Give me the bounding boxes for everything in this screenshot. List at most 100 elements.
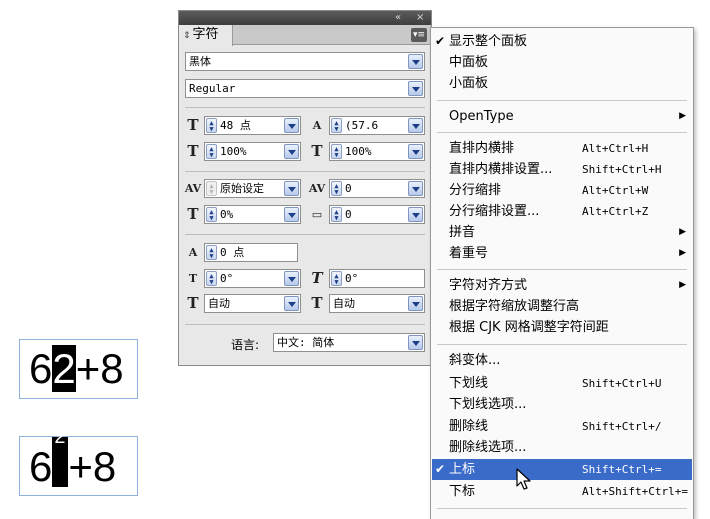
- menu-item-shatai[interactable]: 斜变体...: [432, 350, 692, 371]
- menu-item-label: 中面板: [449, 55, 489, 70]
- tsume-field[interactable]: ▲ ▼ 0%: [204, 205, 301, 224]
- stepper-icon[interactable]: ▲ ▼: [331, 271, 342, 286]
- aki-before-icon: T: [187, 294, 199, 312]
- menu-item-show-full-panel[interactable]: ✔ 显示整个面板: [432, 31, 692, 52]
- menu-item-label: OpenType: [449, 109, 514, 124]
- chevron-down-icon[interactable]: [408, 181, 423, 196]
- baseline-shift-icon: A: [188, 246, 198, 259]
- menu-item-character-alignment[interactable]: 字符对齐方式 ▶: [432, 275, 692, 296]
- font-size-field[interactable]: ▲ ▼ 48 点: [204, 116, 301, 135]
- aki-field[interactable]: ▲ ▼ 0: [329, 205, 425, 224]
- kerning-value: 原始设定: [220, 182, 264, 195]
- stepper-icon[interactable]: ▲ ▼: [331, 144, 342, 159]
- horizontal-scale-field[interactable]: ▲ ▼ 100%: [329, 142, 425, 161]
- panel-menu-icon[interactable]: ▾≡: [411, 28, 427, 42]
- stepper-icon[interactable]: ▲ ▼: [331, 207, 342, 222]
- font-style-select[interactable]: Regular: [185, 79, 425, 98]
- menu-shortcut: Shift+Ctrl+=: [582, 463, 662, 476]
- menu-item-tate-chu-yoko[interactable]: 直排内横排 Alt+Ctrl+H: [432, 138, 692, 159]
- stepper-icon[interactable]: ▲ ▼: [206, 144, 217, 159]
- stepper-icon[interactable]: ▲ ▼: [206, 245, 217, 260]
- menu-divider: [437, 508, 687, 509]
- menu-item-underline-options[interactable]: 下划线选项...: [432, 394, 692, 415]
- menu-item-adjust-leading-by-scale[interactable]: 根据字符缩放调整行高: [432, 296, 692, 317]
- stepper-icon[interactable]: ▲ ▼: [206, 271, 217, 286]
- chevron-down-icon[interactable]: [284, 181, 299, 196]
- menu-item-label: 根据字符缩放调整行高: [449, 299, 580, 314]
- menu-item-subscript[interactable]: 下标 Alt+Shift+Ctrl+=: [432, 481, 692, 502]
- chevron-down-icon[interactable]: [284, 207, 299, 222]
- menu-item-label: 着重号: [449, 246, 489, 261]
- menu-item-medium-panel[interactable]: 中面板: [432, 52, 692, 73]
- menu-item-warichu[interactable]: 分行缩排 Alt+Ctrl+W: [432, 180, 692, 201]
- vertical-scale-icon: T: [187, 142, 199, 160]
- divider: [185, 234, 425, 235]
- menu-item-strikethrough-options[interactable]: 删除线选项...: [432, 437, 692, 458]
- aki-after-select[interactable]: 自动: [329, 294, 425, 313]
- aki-icon: ▭: [311, 208, 323, 221]
- rotation-field[interactable]: ▲ ▼ 0°: [204, 269, 301, 288]
- menu-item-underline[interactable]: 下划线 Shift+Ctrl+U: [432, 373, 692, 394]
- chevron-down-icon[interactable]: [408, 144, 423, 159]
- collapse-icon[interactable]: «: [395, 11, 401, 25]
- leading-value: (57.6: [345, 119, 379, 132]
- chevron-down-icon[interactable]: [284, 118, 299, 133]
- menu-item-strikethrough[interactable]: 删除线 Shift+Ctrl+/: [432, 416, 692, 437]
- stepper-icon[interactable]: ▲ ▼: [331, 181, 342, 196]
- panel-flyout-menu: ✔ 显示整个面板 中面板 小面板 OpenType ▶ 直排内横排 Alt+Ct…: [430, 27, 694, 519]
- chevron-down-icon[interactable]: [284, 271, 299, 286]
- menu-item-label: 斜变体...: [449, 353, 501, 368]
- chevron-down-icon[interactable]: [408, 207, 423, 222]
- menu-item-small-panel[interactable]: 小面板: [432, 73, 692, 94]
- menu-item-label: 字符对齐方式: [449, 278, 528, 293]
- menu-item-label: 下标: [449, 484, 476, 499]
- stepper-icon[interactable]: ▲ ▼: [206, 118, 217, 133]
- menu-shortcut: Alt+Ctrl+Z: [582, 205, 649, 218]
- stepper-icon[interactable]: ▲ ▼: [206, 207, 217, 222]
- chevron-down-icon[interactable]: [408, 335, 423, 350]
- menu-shortcut: Shift+Ctrl+/: [582, 420, 662, 433]
- leading-field[interactable]: ▲ ▼ (57.6: [329, 116, 425, 135]
- skew-field[interactable]: ▲ ▼ 0°: [329, 269, 425, 288]
- menu-item-label: 删除线选项...: [449, 440, 527, 455]
- close-icon[interactable]: ×: [416, 11, 424, 25]
- language-label: 语言:: [231, 338, 260, 352]
- stepper-icon[interactable]: ▲ ▼: [331, 118, 342, 133]
- chevron-down-icon[interactable]: [408, 54, 423, 69]
- menu-shortcut: Shift+Ctrl+H: [582, 163, 662, 176]
- menu-item-warichu-settings[interactable]: 分行缩排设置... Alt+Ctrl+Z: [432, 201, 692, 222]
- chevron-down-icon[interactable]: [408, 118, 423, 133]
- menu-item-superscript[interactable]: ✔ 上标 Shift+Ctrl+=: [432, 459, 692, 480]
- skew-icon: T: [311, 269, 323, 287]
- panel-tab-row: ⇕ 字符 ▾≡: [179, 25, 431, 46]
- font-style-value: Regular: [189, 82, 236, 95]
- menu-item-kenten[interactable]: 着重号 ▶: [432, 243, 692, 264]
- language-select[interactable]: 中文: 简体: [273, 333, 425, 352]
- menu-item-tate-chu-yoko-settings[interactable]: 直排内横排设置... Shift+Ctrl+H: [432, 159, 692, 180]
- chevron-down-icon[interactable]: [408, 296, 423, 311]
- font-family-select[interactable]: 黑体: [185, 52, 425, 71]
- chevron-down-icon[interactable]: [408, 81, 423, 96]
- submenu-arrow-icon: ▶: [679, 280, 686, 290]
- tsume-icon: T: [187, 205, 199, 223]
- menu-item-cjk-grid-spacing[interactable]: 根据 CJK 网格调整字符间距: [432, 317, 692, 338]
- kerning-icon: AV: [184, 182, 202, 195]
- stepper-icon[interactable]: ▲ ▼: [206, 181, 217, 196]
- menu-item-opentype[interactable]: OpenType ▶: [432, 106, 692, 127]
- aki-before-select[interactable]: 自动: [204, 294, 301, 313]
- chevron-down-icon[interactable]: [284, 144, 299, 159]
- tracking-field[interactable]: ▲ ▼ 0: [329, 179, 425, 198]
- sample-superscript-selection: 2: [52, 427, 69, 487]
- kerning-field[interactable]: ▲ ▼ 原始设定: [204, 179, 301, 198]
- sample-selected-digit: 2: [52, 345, 76, 392]
- panel-title-bar[interactable]: « ×: [179, 11, 431, 25]
- tab-character[interactable]: ⇕ 字符: [179, 25, 233, 46]
- baseline-shift-field[interactable]: ▲ ▼ 0 点: [204, 243, 298, 262]
- horizontal-scale-icon: T: [311, 142, 323, 160]
- chevron-down-icon[interactable]: [284, 296, 299, 311]
- menu-item-label: 显示整个面板: [449, 34, 528, 49]
- menu-item-ruby[interactable]: 拼音 ▶: [432, 222, 692, 243]
- font-size-value: 48 点: [220, 119, 251, 132]
- vertical-scale-field[interactable]: ▲ ▼ 100%: [204, 142, 301, 161]
- sample-digit: 6: [29, 345, 53, 392]
